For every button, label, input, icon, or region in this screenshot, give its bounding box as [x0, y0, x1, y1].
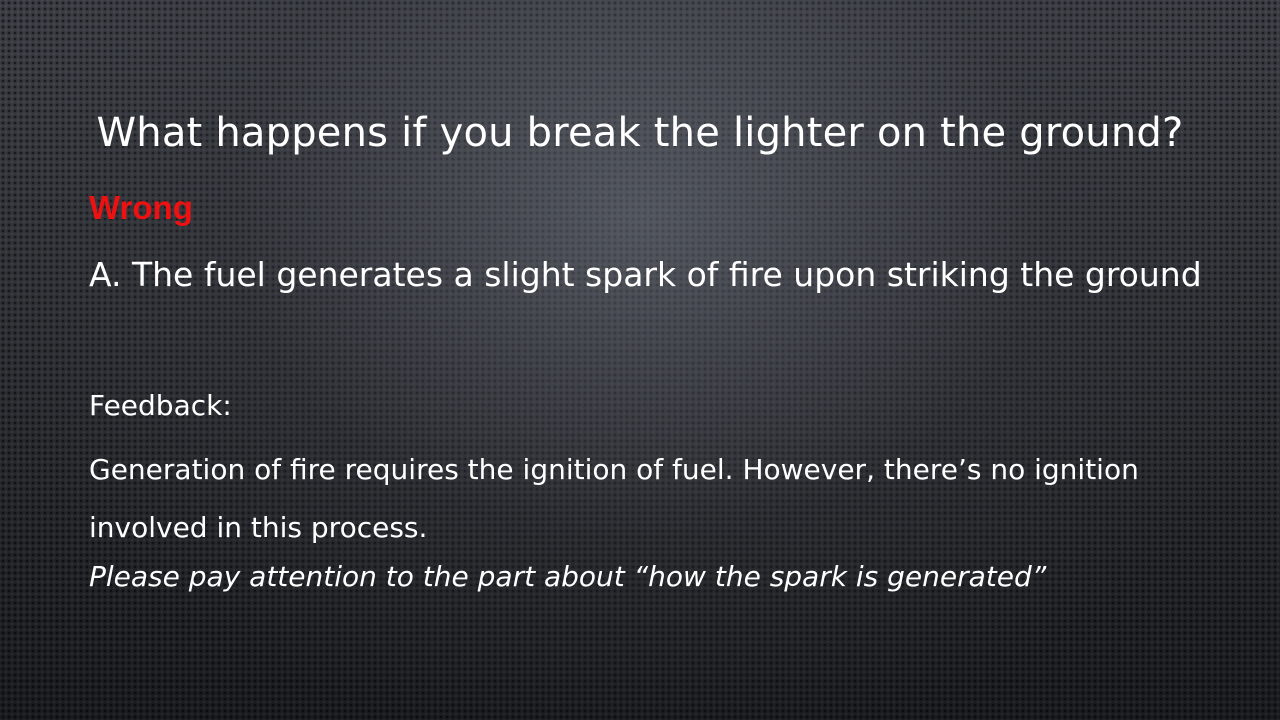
question-title: What happens if you break the lighter on… [96, 110, 1184, 156]
selected-answer: A. The fuel generates a slight spark of … [89, 255, 1202, 294]
feedback-text: Generation of fire requires the ignition… [89, 453, 1139, 544]
feedback-label: Feedback: [89, 389, 232, 422]
verdict-label: Wrong [89, 189, 193, 226]
feedback-hint: Please pay attention to the part about “… [89, 560, 1047, 593]
quiz-feedback-slide: What happens if you break the lighter on… [0, 0, 1280, 720]
